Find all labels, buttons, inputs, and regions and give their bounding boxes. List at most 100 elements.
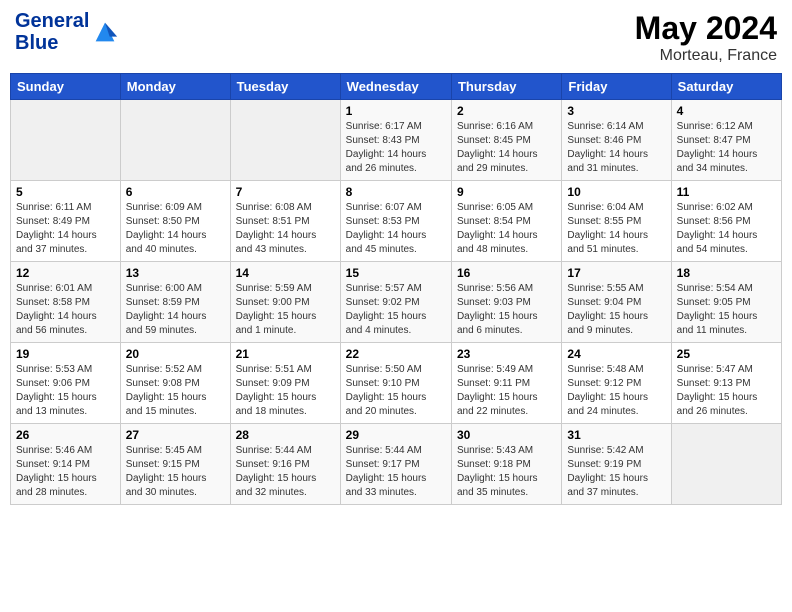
day-number: 30 [457, 428, 556, 442]
calendar-header-tuesday: Tuesday [230, 74, 340, 100]
day-number: 3 [567, 104, 665, 118]
calendar-cell: 11 Sunrise: 6:02 AM Sunset: 8:56 PM Dayli… [671, 181, 781, 262]
calendar-cell [11, 100, 121, 181]
calendar-cell: 31 Sunrise: 5:42 AM Sunset: 9:19 PM Dayli… [562, 424, 671, 505]
day-number: 19 [16, 347, 115, 361]
calendar-cell [230, 100, 340, 181]
calendar-cell: 24 Sunrise: 5:48 AM Sunset: 9:12 PM Dayli… [562, 343, 671, 424]
day-info: Sunrise: 5:54 AM Sunset: 9:05 PM Dayligh… [677, 282, 776, 338]
day-number: 15 [346, 266, 446, 280]
day-info: Sunrise: 6:05 AM Sunset: 8:54 PM Dayligh… [457, 201, 556, 257]
day-number: 6 [126, 185, 225, 199]
day-number: 16 [457, 266, 556, 280]
calendar-week-3: 19 Sunrise: 5:53 AM Sunset: 9:06 PM Dayli… [11, 343, 782, 424]
day-number: 17 [567, 266, 665, 280]
calendar-cell: 2Sunrise: 6:16 AM Sunset: 8:45 PM Daylig… [451, 100, 561, 181]
day-info: Sunrise: 5:51 AM Sunset: 9:09 PM Dayligh… [236, 363, 335, 419]
day-info: Sunrise: 5:44 AM Sunset: 9:17 PM Dayligh… [346, 444, 446, 500]
calendar-cell: 1Sunrise: 6:17 AM Sunset: 8:43 PM Daylig… [340, 100, 451, 181]
calendar-cell: 5 Sunrise: 6:11 AM Sunset: 8:49 PM Daylig… [11, 181, 121, 262]
day-info: Sunrise: 5:56 AM Sunset: 9:03 PM Dayligh… [457, 282, 556, 338]
day-info: Sunrise: 6:12 AM Sunset: 8:47 PM Dayligh… [677, 120, 776, 176]
calendar-cell: 29 Sunrise: 5:44 AM Sunset: 9:17 PM Dayli… [340, 424, 451, 505]
calendar-header-monday: Monday [120, 74, 230, 100]
subtitle: Morteau, France [635, 47, 777, 65]
calendar-cell: 18 Sunrise: 5:54 AM Sunset: 9:05 PM Dayli… [671, 262, 781, 343]
calendar-cell: 26Sunrise: 5:46 AM Sunset: 9:14 PM Dayli… [11, 424, 121, 505]
calendar-cell: 4 Sunrise: 6:12 AM Sunset: 8:47 PM Daylig… [671, 100, 781, 181]
calendar-cell: 27 Sunrise: 5:45 AM Sunset: 9:15 PM Dayli… [120, 424, 230, 505]
day-number: 23 [457, 347, 556, 361]
calendar-cell: 15Sunrise: 5:57 AM Sunset: 9:02 PM Dayli… [340, 262, 451, 343]
calendar-week-1: 5 Sunrise: 6:11 AM Sunset: 8:49 PM Daylig… [11, 181, 782, 262]
day-number: 14 [236, 266, 335, 280]
day-info: Sunrise: 5:44 AM Sunset: 9:16 PM Dayligh… [236, 444, 335, 500]
day-number: 11 [677, 185, 776, 199]
day-info: Sunrise: 5:42 AM Sunset: 9:19 PM Dayligh… [567, 444, 665, 500]
day-info: Sunrise: 5:49 AM Sunset: 9:11 PM Dayligh… [457, 363, 556, 419]
day-info: Sunrise: 5:53 AM Sunset: 9:06 PM Dayligh… [16, 363, 115, 419]
calendar-week-2: 12Sunrise: 6:01 AM Sunset: 8:58 PM Dayli… [11, 262, 782, 343]
calendar-cell: 12Sunrise: 6:01 AM Sunset: 8:58 PM Dayli… [11, 262, 121, 343]
day-info: Sunrise: 6:16 AM Sunset: 8:45 PM Dayligh… [457, 120, 556, 176]
calendar-cell: 25Sunrise: 5:47 AM Sunset: 9:13 PM Dayli… [671, 343, 781, 424]
calendar-week-4: 26Sunrise: 5:46 AM Sunset: 9:14 PM Dayli… [11, 424, 782, 505]
day-number: 4 [677, 104, 776, 118]
calendar-cell: 17Sunrise: 5:55 AM Sunset: 9:04 PM Dayli… [562, 262, 671, 343]
day-info: Sunrise: 6:02 AM Sunset: 8:56 PM Dayligh… [677, 201, 776, 257]
logo-line2: Blue [15, 32, 89, 54]
day-number: 8 [346, 185, 446, 199]
calendar-cell: 28 Sunrise: 5:44 AM Sunset: 9:16 PM Dayli… [230, 424, 340, 505]
day-number: 27 [126, 428, 225, 442]
day-info: Sunrise: 5:48 AM Sunset: 9:12 PM Dayligh… [567, 363, 665, 419]
day-info: Sunrise: 6:11 AM Sunset: 8:49 PM Dayligh… [16, 201, 115, 257]
calendar-cell: 8 Sunrise: 6:07 AM Sunset: 8:53 PM Daylig… [340, 181, 451, 262]
day-number: 28 [236, 428, 335, 442]
day-info: Sunrise: 6:01 AM Sunset: 8:58 PM Dayligh… [16, 282, 115, 338]
main-title: May 2024 [635, 10, 777, 47]
day-number: 25 [677, 347, 776, 361]
calendar-cell: 21 Sunrise: 5:51 AM Sunset: 9:09 PM Dayli… [230, 343, 340, 424]
day-number: 7 [236, 185, 335, 199]
calendar-cell: 19 Sunrise: 5:53 AM Sunset: 9:06 PM Dayli… [11, 343, 121, 424]
day-number: 21 [236, 347, 335, 361]
day-number: 31 [567, 428, 665, 442]
day-number: 24 [567, 347, 665, 361]
calendar-week-0: 1Sunrise: 6:17 AM Sunset: 8:43 PM Daylig… [11, 100, 782, 181]
calendar-cell: 9Sunrise: 6:05 AM Sunset: 8:54 PM Daylig… [451, 181, 561, 262]
day-number: 18 [677, 266, 776, 280]
day-number: 1 [346, 104, 446, 118]
logo-icon [91, 18, 119, 46]
calendar-cell: 14Sunrise: 5:59 AM Sunset: 9:00 PM Dayli… [230, 262, 340, 343]
day-info: Sunrise: 6:00 AM Sunset: 8:59 PM Dayligh… [126, 282, 225, 338]
calendar-header-row: SundayMondayTuesdayWednesdayThursdayFrid… [11, 74, 782, 100]
day-info: Sunrise: 5:52 AM Sunset: 9:08 PM Dayligh… [126, 363, 225, 419]
title-block: May 2024 Morteau, France [635, 10, 777, 65]
day-info: Sunrise: 6:07 AM Sunset: 8:53 PM Dayligh… [346, 201, 446, 257]
day-info: Sunrise: 5:50 AM Sunset: 9:10 PM Dayligh… [346, 363, 446, 419]
logo-line1: General [15, 10, 89, 32]
calendar-cell: 30 Sunrise: 5:43 AM Sunset: 9:18 PM Dayli… [451, 424, 561, 505]
day-number: 5 [16, 185, 115, 199]
day-number: 13 [126, 266, 225, 280]
logo: General Blue [15, 10, 119, 54]
calendar-table: SundayMondayTuesdayWednesdayThursdayFrid… [10, 73, 782, 505]
logo-text: General Blue [15, 10, 119, 54]
calendar-cell: 10Sunrise: 6:04 AM Sunset: 8:55 PM Dayli… [562, 181, 671, 262]
calendar-cell [120, 100, 230, 181]
day-info: Sunrise: 5:43 AM Sunset: 9:18 PM Dayligh… [457, 444, 556, 500]
day-info: Sunrise: 6:09 AM Sunset: 8:50 PM Dayligh… [126, 201, 225, 257]
calendar-cell: 23 Sunrise: 5:49 AM Sunset: 9:11 PM Dayli… [451, 343, 561, 424]
day-info: Sunrise: 5:46 AM Sunset: 9:14 PM Dayligh… [16, 444, 115, 500]
calendar-cell: 3 Sunrise: 6:14 AM Sunset: 8:46 PM Daylig… [562, 100, 671, 181]
day-number: 22 [346, 347, 446, 361]
calendar-cell: 7Sunrise: 6:08 AM Sunset: 8:51 PM Daylig… [230, 181, 340, 262]
day-number: 29 [346, 428, 446, 442]
page-header: General Blue May 2024 Morteau, France [10, 10, 782, 65]
calendar-header-saturday: Saturday [671, 74, 781, 100]
day-number: 10 [567, 185, 665, 199]
day-info: Sunrise: 6:14 AM Sunset: 8:46 PM Dayligh… [567, 120, 665, 176]
day-info: Sunrise: 5:45 AM Sunset: 9:15 PM Dayligh… [126, 444, 225, 500]
calendar-header-thursday: Thursday [451, 74, 561, 100]
calendar-cell: 13 Sunrise: 6:00 AM Sunset: 8:59 PM Dayli… [120, 262, 230, 343]
